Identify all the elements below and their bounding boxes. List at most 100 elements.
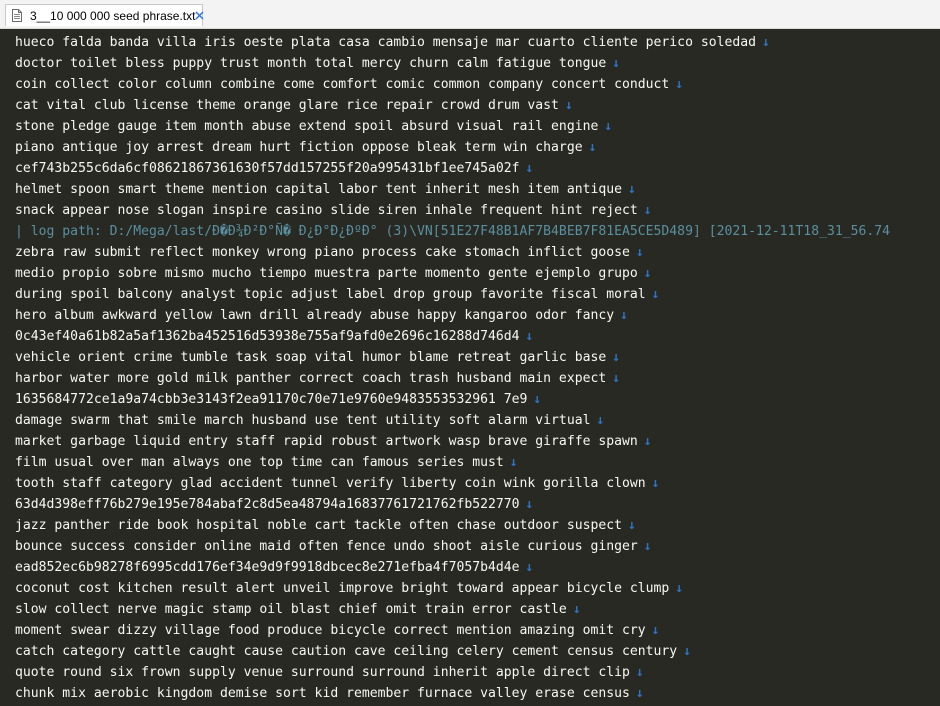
text-line: helmet spoon smart theme mention capital… (15, 179, 890, 200)
end-of-line-icon: ↓ (675, 581, 684, 596)
text-line: tooth staff category glad accident tunne… (15, 473, 890, 494)
text-line: hero album awkward yellow lawn drill alr… (15, 305, 890, 326)
text-line: doctor toilet bless puppy trust month to… (15, 53, 890, 74)
text-line: 63d4d398eff76b279e195e784abaf2c8d5ea4879… (15, 494, 890, 515)
line-text: 1635684772ce1a9a74cbb3e3143f2ea91170c70e… (15, 392, 528, 407)
end-of-line-icon: ↓ (635, 665, 644, 680)
close-icon[interactable] (195, 9, 204, 23)
text-line: hueco falda banda villa iris oeste plata… (15, 32, 890, 53)
text-line: piano antique joy arrest dream hurt fict… (15, 137, 890, 158)
end-of-line-icon: ↓ (604, 119, 613, 134)
end-of-line-icon: ↓ (643, 539, 652, 554)
text-line: bounce success consider online maid ofte… (15, 536, 890, 557)
text-line: 1635684772ce1a9a74cbb3e3143f2ea91170c70e… (15, 389, 890, 410)
end-of-line-icon: ↓ (635, 686, 644, 701)
text-line: cef743b255c6da6cf08621867361630f57dd1572… (15, 158, 890, 179)
text-line: catch category cattle caught cause cauti… (15, 641, 890, 662)
end-of-line-icon: ↓ (651, 623, 660, 638)
text-line: coconut cost kitchen result alert unveil… (15, 578, 890, 599)
text-line: medio propio sobre mismo mucho tiempo mu… (15, 263, 890, 284)
line-text: moment swear dizzy village food produce … (15, 623, 646, 638)
end-of-line-icon: ↓ (628, 182, 636, 197)
line-text: film usual over man always one top time … (15, 455, 504, 470)
end-of-line-icon: ↓ (612, 56, 621, 71)
text-line: snack appear nose slogan inspire casino … (15, 200, 890, 221)
end-of-line-icon: ↓ (572, 602, 581, 617)
line-text: tooth staff category glad accident tunne… (15, 476, 646, 491)
text-line: vehicle orient crime tumble task soap vi… (15, 347, 890, 368)
end-of-line-icon: ↓ (762, 35, 770, 50)
line-text: coconut cost kitchen result alert unveil… (15, 581, 670, 596)
line-text: cat vital club license theme orange glar… (15, 98, 559, 113)
tab-document[interactable]: 3__10 000 000 seed phrase.txt (5, 4, 204, 26)
text-line: film usual over man always one top time … (15, 452, 890, 473)
line-text: jazz panther ride book hospital noble ca… (15, 518, 622, 533)
line-text: helmet spoon smart theme mention capital… (15, 182, 622, 197)
line-text: 63d4d398eff76b279e195e784abaf2c8d5ea4879… (15, 497, 520, 512)
tab-title: 3__10 000 000 seed phrase.txt (30, 8, 196, 23)
line-text: cef743b255c6da6cf08621867361630f57dd1572… (15, 161, 520, 176)
line-text: slow collect nerve magic stamp oil blast… (15, 602, 567, 617)
end-of-line-icon: ↓ (635, 245, 644, 260)
line-text: harbor water more gold milk panther corr… (15, 371, 607, 386)
text-line: damage swarm that smile march husband us… (15, 410, 890, 431)
line-text: zebra raw submit reflect monkey wrong pi… (15, 245, 630, 260)
line-text: ead852ec6b98278f6995cdd176ef34e9d9f9918d… (15, 560, 520, 575)
line-text: hueco falda banda villa iris oeste plata… (15, 35, 757, 50)
end-of-line-icon: ↓ (588, 140, 597, 155)
text-line: quote round six frown supply venue surro… (15, 662, 890, 683)
text-line: moment swear dizzy village food produce … (15, 620, 890, 641)
editor-window: 3__10 000 000 seed phrase.txt hueco fald… (0, 0, 940, 706)
end-of-line-icon: ↓ (525, 497, 534, 512)
line-text: medio propio sobre mismo mucho tiempo mu… (15, 266, 638, 281)
end-of-line-icon: ↓ (683, 644, 692, 659)
line-text: damage swarm that smile march husband us… (15, 413, 591, 428)
text-line: | log path: D:/Mega/last/Ð�Ð¾Ð²Ð°Ñ� Ð¿Ð°… (15, 221, 890, 242)
end-of-line-icon: ↓ (509, 455, 518, 470)
end-of-line-icon: ↓ (628, 518, 636, 533)
line-text: vehicle orient crime tumble task soap vi… (15, 350, 607, 365)
line-text: during spoil balcony analyst topic adjus… (15, 287, 646, 302)
end-of-line-icon: ↓ (596, 413, 605, 428)
text-line: ead852ec6b98278f6995cdd176ef34e9d9f9918d… (15, 557, 890, 578)
end-of-line-icon: ↓ (533, 392, 542, 407)
line-text: doctor toilet bless puppy trust month to… (15, 56, 607, 71)
text-file-icon (12, 9, 22, 22)
text-line: cat vital club license theme orange glar… (15, 95, 890, 116)
text-line: slow collect nerve magic stamp oil blast… (15, 599, 890, 620)
tab-bar: 3__10 000 000 seed phrase.txt (0, 0, 940, 29)
editor-lines: hueco falda banda villa iris oeste plata… (15, 32, 890, 704)
end-of-line-icon: ↓ (651, 476, 660, 491)
end-of-line-icon: ↓ (651, 287, 660, 302)
text-line: harbor water more gold milk panther corr… (15, 368, 890, 389)
end-of-line-icon: ↓ (525, 329, 534, 344)
line-text: stone pledge gauge item month abuse exte… (15, 119, 599, 134)
text-line: market garbage liquid entry staff rapid … (15, 431, 890, 452)
end-of-line-icon: ↓ (612, 371, 621, 386)
line-text: chunk mix aerobic kingdom demise sort ki… (15, 686, 630, 701)
end-of-line-icon: ↓ (675, 77, 684, 92)
text-line: zebra raw submit reflect monkey wrong pi… (15, 242, 890, 263)
text-line: chunk mix aerobic kingdom demise sort ki… (15, 683, 890, 704)
line-text: catch category cattle caught cause cauti… (15, 644, 678, 659)
text-line: during spoil balcony analyst topic adjus… (15, 284, 890, 305)
line-text: coin collect color column combine come c… (15, 77, 670, 92)
line-text: quote round six frown supply venue surro… (15, 665, 630, 680)
text-editor[interactable]: hueco falda banda villa iris oeste plata… (0, 29, 940, 706)
text-line: jazz panther ride book hospital noble ca… (15, 515, 890, 536)
line-text: | log path: D:/Mega/last/Ð�Ð¾Ð²Ð°Ñ� Ð¿Ð°… (15, 224, 891, 239)
line-text: market garbage liquid entry staff rapid … (15, 434, 638, 449)
line-text: snack appear nose slogan inspire casino … (15, 203, 638, 218)
end-of-line-icon: ↓ (525, 161, 534, 176)
end-of-line-icon: ↓ (643, 434, 652, 449)
text-line: 0c43ef40a61b82a5af1362ba452516d53938e755… (15, 326, 890, 347)
end-of-line-icon: ↓ (612, 350, 621, 365)
line-text: 0c43ef40a61b82a5af1362ba452516d53938e755… (15, 329, 520, 344)
end-of-line-icon: ↓ (643, 203, 652, 218)
text-line: coin collect color column combine come c… (15, 74, 890, 95)
line-text: piano antique joy arrest dream hurt fict… (15, 140, 583, 155)
end-of-line-icon: ↓ (620, 308, 629, 323)
text-line: stone pledge gauge item month abuse exte… (15, 116, 890, 137)
line-text: hero album awkward yellow lawn drill alr… (15, 308, 615, 323)
end-of-line-icon: ↓ (643, 266, 652, 281)
